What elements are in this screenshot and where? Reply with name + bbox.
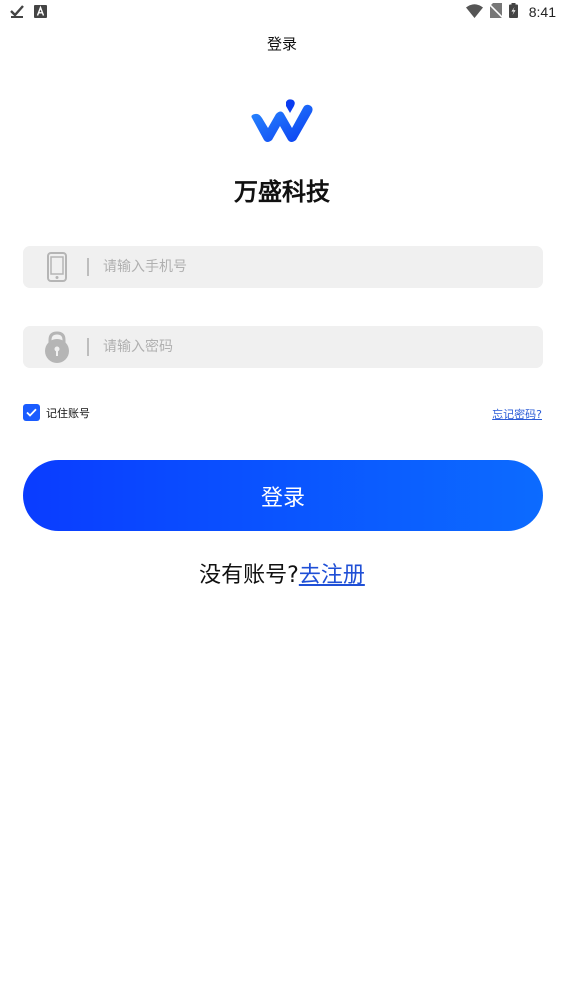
password-input[interactable] — [89, 326, 543, 368]
check-icon — [10, 3, 24, 22]
password-input-row — [23, 326, 543, 368]
app-name: 万盛科技 — [234, 178, 330, 206]
a-icon — [34, 3, 47, 22]
remember-label: 记住账号 — [46, 406, 90, 420]
lock-icon — [27, 326, 87, 368]
login-button[interactable]: 登录 — [23, 460, 543, 531]
forgot-password-link[interactable]: 忘记密码? — [492, 406, 542, 422]
wifi-icon — [465, 3, 483, 22]
status-time: 8:41 — [528, 4, 556, 20]
checkmark-icon — [26, 408, 37, 417]
status-right: 8:41 — [465, 2, 556, 22]
phone-icon — [27, 246, 87, 288]
no-sim-icon — [488, 2, 504, 22]
register-link[interactable]: 去注册 — [299, 563, 365, 588]
remember-account[interactable]: 记住账号 — [23, 404, 90, 421]
title-bar: 登录 — [0, 24, 564, 62]
page-title: 登录 — [266, 34, 297, 53]
battery-icon — [508, 2, 518, 22]
brand-logo-icon — [248, 98, 316, 146]
status-bar: 8:41 — [0, 0, 564, 24]
phone-input-row — [23, 246, 543, 288]
status-left — [10, 3, 47, 22]
phone-input[interactable] — [89, 246, 543, 288]
remember-checkbox[interactable] — [23, 404, 40, 421]
register-row: 没有账号?去注册 — [0, 557, 564, 589]
register-prompt: 没有账号? — [199, 563, 299, 588]
